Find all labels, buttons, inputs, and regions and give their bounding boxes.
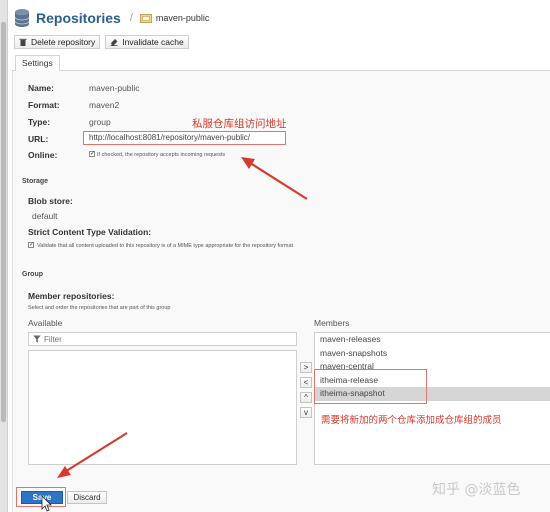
- remove-from-members-button[interactable]: <: [300, 377, 312, 388]
- validation-description: Validate that all content uploaded to th…: [37, 243, 294, 249]
- member-item[interactable]: maven-releases: [315, 333, 550, 347]
- invalidate-cache-label: Invalidate cache: [122, 37, 184, 47]
- breadcrumb: maven-public: [155, 13, 210, 23]
- breadcrumb-separator: /: [129, 12, 133, 24]
- online-description: If checked, the repository accepts incom…: [97, 152, 226, 158]
- tab-bar: Settings: [12, 55, 550, 72]
- format-value: maven2: [89, 100, 120, 110]
- scrollbar-thumb[interactable]: [1, 22, 6, 422]
- move-down-button[interactable]: v: [300, 407, 312, 418]
- type-label: Type:: [28, 117, 51, 127]
- blob-store-label: Blob store:: [28, 196, 73, 206]
- discard-button[interactable]: Discard: [67, 491, 107, 504]
- members-annotation: 需要将新加的两个仓库添加成仓库组的成员: [321, 415, 502, 426]
- url-field[interactable]: http://localhost:8081/repository/maven-p…: [83, 131, 286, 145]
- filter-icon: [33, 335, 41, 343]
- add-to-members-button[interactable]: >: [300, 362, 312, 373]
- group-repo-icon: [139, 14, 152, 23]
- tab-settings[interactable]: Settings: [15, 55, 60, 72]
- validation-label: Strict Content Type Validation:: [28, 227, 152, 237]
- members-column-label: Members: [314, 318, 350, 328]
- name-label: Name:: [28, 83, 54, 93]
- page-title[interactable]: Repositories: [36, 10, 121, 26]
- page-header: Repositories / maven-public: [14, 4, 550, 32]
- filter-field[interactable]: [28, 332, 297, 346]
- format-label: Format:: [28, 100, 60, 110]
- url-annotation: 私服仓库组访问地址: [192, 118, 287, 130]
- left-scrollbar[interactable]: [0, 0, 8, 512]
- invalidate-cache-button[interactable]: Invalidate cache: [105, 35, 189, 49]
- trash-icon: [19, 38, 27, 46]
- name-value: maven-public: [89, 83, 140, 93]
- validation-checkbox[interactable]: ✓: [28, 242, 34, 248]
- online-label: Online:: [28, 150, 58, 160]
- watermark: 知乎 @淡蓝色: [432, 482, 521, 498]
- move-up-button[interactable]: ^: [300, 392, 312, 403]
- members-highlight-box: [314, 369, 427, 404]
- url-label: URL:: [28, 134, 49, 144]
- filter-input[interactable]: [44, 334, 284, 344]
- available-column-label: Available: [28, 318, 63, 328]
- save-button[interactable]: Save: [21, 491, 63, 504]
- blob-store-value: default: [32, 211, 58, 221]
- delete-repository-label: Delete repository: [31, 37, 96, 47]
- eraser-icon: [110, 39, 118, 46]
- database-icon: [14, 9, 30, 27]
- member-item[interactable]: maven-snapshots: [315, 347, 550, 361]
- member-repositories-label: Member repositories:: [28, 291, 115, 301]
- online-checkbox[interactable]: ✓: [89, 151, 95, 157]
- toolbar: Delete repository Invalidate cache: [14, 35, 189, 49]
- group-section-title: Group: [22, 271, 43, 278]
- member-repositories-hint: Select and order the repositories that a…: [28, 305, 171, 311]
- delete-repository-button[interactable]: Delete repository: [14, 35, 101, 49]
- available-list[interactable]: [28, 350, 297, 465]
- storage-section-title: Storage: [22, 178, 49, 185]
- type-value: group: [89, 117, 111, 127]
